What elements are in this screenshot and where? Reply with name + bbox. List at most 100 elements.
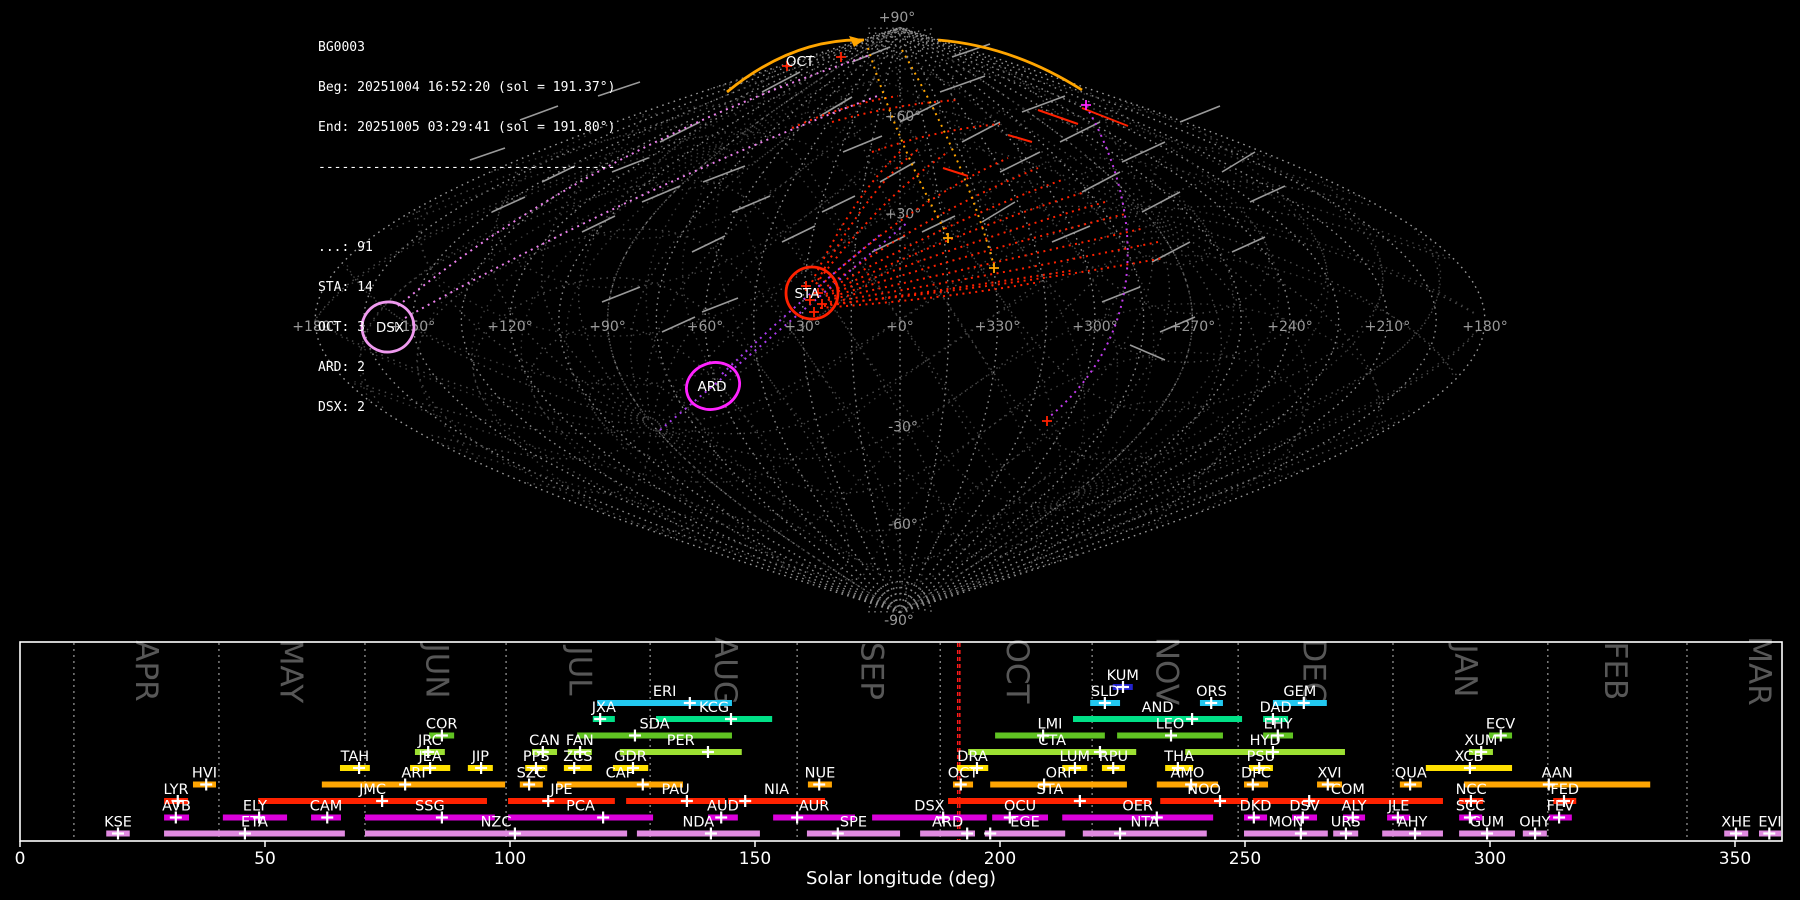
shower-label-lum: LUM: [1059, 749, 1089, 765]
radiant-marker: [809, 307, 819, 317]
meteor-streak: [842, 135, 883, 153]
shower-count-oct: OCT: 3: [318, 319, 365, 335]
shower-label-sld: SLD: [1091, 684, 1119, 700]
x-tick-label: 350: [1719, 849, 1751, 869]
shower-label-cap: CAP: [606, 766, 635, 782]
shower-label-ori: ORI: [1046, 766, 1072, 782]
shower-label-fev: FEV: [1547, 799, 1575, 815]
shower-label-jxa: JXA: [591, 700, 616, 716]
meteor-streak: [1151, 241, 1191, 263]
shower-label-jrc: JRC: [417, 733, 442, 749]
shower-peak-ege: [984, 827, 997, 840]
shower-label-dkd: DKD: [1240, 799, 1272, 815]
grid2-meridian: [565, 146, 1062, 586]
shower-label-pps: PPS: [523, 749, 550, 765]
meteor-streak: [731, 195, 771, 213]
shower-label-eta: ETA: [241, 815, 268, 831]
shower-label-pca: PCA: [566, 799, 595, 815]
grid2-meridian: [656, 222, 1194, 614]
shower-label-tha: THA: [1163, 749, 1194, 765]
shower-label-oer: OER: [1122, 799, 1153, 815]
shower-label-aan: AAN: [1542, 766, 1573, 782]
grid2-meridian: [738, 54, 1235, 494]
shower-bar-spe: [806, 830, 901, 837]
month-label-may: MAY: [272, 639, 308, 704]
shower-label-avb: AVB: [162, 799, 191, 815]
shower-label-amo: AMO: [1171, 766, 1205, 782]
pole-ring: [892, 27, 908, 36]
month-label-nov: NOV: [1149, 637, 1185, 705]
shower-label-xcb: XCB: [1454, 749, 1483, 765]
activity-timeline: APR MAY JUN JUL AUG SEP OCT NOV DEC JAN FEB MARKUME…: [15, 636, 1783, 869]
shower-label-cam: CAM: [310, 799, 343, 815]
shower-bar-kcg: [656, 716, 773, 722]
shower-label-zcs: ZCS: [563, 749, 592, 765]
shower-label-urs: URS: [1331, 815, 1361, 831]
grid2-meridian: [652, 221, 1260, 532]
shower-label-nia: NIA: [764, 782, 789, 798]
month-label-sep: SEP: [854, 642, 890, 700]
shower-peak-sta: [1073, 795, 1086, 807]
shower-label-aur: AUR: [799, 799, 830, 815]
shower-count-dsx: DSX: 2: [318, 400, 365, 416]
longitude-label: +60°: [687, 319, 724, 335]
shower-label-dsv: DSV: [1289, 799, 1319, 815]
radiant-marker: [1042, 416, 1052, 426]
north-pole-label: +90°: [879, 10, 916, 26]
shower-bar-noo: [1160, 798, 1248, 804]
meteor-streak: [1101, 286, 1141, 303]
grid2-meridian: [714, 145, 1058, 536]
shower-label-fed: FED: [1550, 782, 1579, 798]
shower-label-scc: SCC: [1456, 799, 1485, 815]
shower-label-hvi: HVI: [192, 766, 217, 782]
latitude-label: -30°: [888, 420, 918, 436]
shower-bar-sda: [577, 732, 732, 739]
radiant-marker: [943, 233, 953, 243]
grid2-meridian: [740, 29, 1194, 493]
meteor-streak: [1179, 105, 1221, 123]
longitude-label: +180°: [1462, 319, 1507, 335]
shower-label-lmi: LMI: [1038, 717, 1063, 733]
meteor-streak: [1141, 191, 1181, 213]
longitude-label: +0°: [886, 319, 914, 335]
shower-label-ocu: OCU: [1004, 799, 1036, 815]
longitude-label: +270°: [1170, 319, 1215, 335]
shower-label-kum: KUM: [1107, 668, 1139, 684]
x-axis-label: Solar longitude (deg): [806, 868, 996, 889]
meteor-streak: [691, 235, 726, 253]
shower-label-dpc: DPC: [1241, 766, 1271, 782]
shower-bar-ari: [321, 781, 506, 788]
month-label-jan: JAN: [1447, 643, 1483, 698]
radiant-label-sta: STA: [794, 286, 820, 302]
observation-end: End: 20251005 03:29:41 (sol = 191.80°): [318, 120, 616, 136]
x-tick-label: 100: [494, 849, 526, 869]
latitude-label: -60°: [888, 517, 918, 533]
shower-label-cor: COR: [426, 717, 458, 733]
shower-label-qua: QUA: [1395, 766, 1427, 782]
shower-count-sta: STA: 14: [318, 279, 373, 295]
shower-label-xhe: XHE: [1721, 815, 1751, 831]
shower-label-kse: KSE: [104, 815, 132, 831]
shower-bar-nda: [636, 830, 760, 837]
meteor-streak: [701, 297, 739, 313]
meteor-streak: [1249, 185, 1286, 203]
radiant-trail: [827, 213, 1126, 299]
shower-label-ege: EGE: [1010, 815, 1040, 831]
shower-label-ari: ARI: [401, 766, 425, 782]
radiant-marker: [989, 263, 999, 273]
meteor-streak: [939, 75, 986, 93]
month-label-jul: JUL: [562, 644, 598, 696]
shower-label-oct: OCT: [948, 766, 979, 782]
meteor-streak: [1129, 344, 1166, 361]
shower-label-nzc: NZC: [481, 815, 512, 831]
shower-bar-dsx: [872, 814, 987, 821]
shower-label-rpu: RPU: [1099, 749, 1128, 765]
meteor-streak: [999, 151, 1041, 173]
radiant-trail: [942, 167, 969, 177]
shower-label-sta: STA: [1037, 782, 1064, 798]
shower-bar-mon: [1244, 830, 1328, 837]
meteor-streak: [1051, 225, 1091, 243]
longitude-label: +240°: [1267, 319, 1312, 335]
shower-label-gum: GUM: [1470, 815, 1504, 831]
shower-label-jpe: JPE: [549, 782, 572, 798]
